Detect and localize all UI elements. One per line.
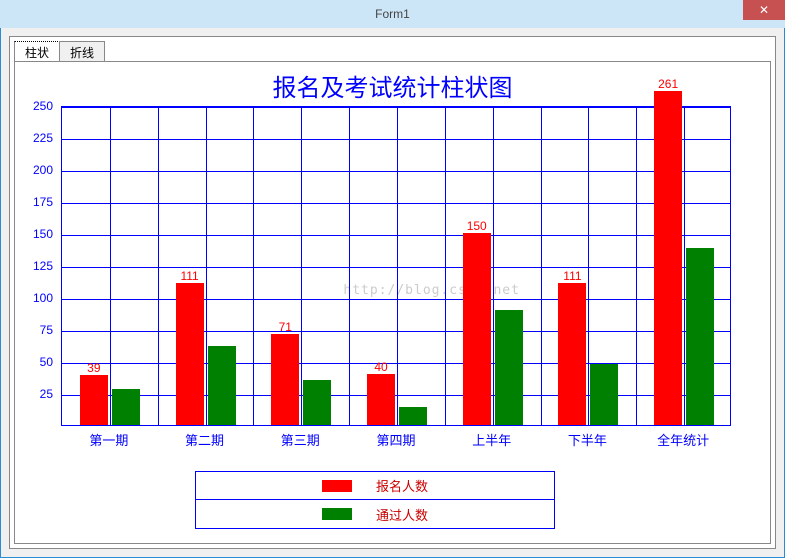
legend: 报名人数 通过人数 <box>195 471 555 529</box>
y-tick-label: 125 <box>33 259 53 273</box>
bar-passed <box>112 389 140 425</box>
gridline-v <box>206 107 207 425</box>
y-tick-label: 200 <box>33 163 53 177</box>
close-button[interactable]: ✕ <box>743 0 785 20</box>
window-title: Form1 <box>375 7 410 21</box>
bar-value-label: 111 <box>180 269 198 283</box>
tabpage-bar-chart: 报名及考试统计柱状图 255075100125150175200225250 h… <box>14 61 771 544</box>
legend-entry-passed: 通过人数 <box>196 500 554 528</box>
bar-passed <box>303 380 331 425</box>
gridline-h <box>62 203 730 204</box>
bar-value-label: 261 <box>658 77 678 91</box>
tab-label: 折线 <box>70 46 94 60</box>
gridline-h <box>62 107 730 108</box>
y-tick-label: 250 <box>33 99 53 113</box>
tab-label: 柱状 <box>25 46 49 60</box>
bar-passed <box>495 310 523 425</box>
bar-value-label: 40 <box>374 360 387 374</box>
gridline-h <box>62 299 730 300</box>
bar-registered <box>80 375 108 425</box>
gridline-h <box>62 363 730 364</box>
bar-registered <box>367 374 395 425</box>
bar-value-label: 111 <box>563 269 581 283</box>
x-tick-label: 上半年 <box>472 430 511 449</box>
gridline-h <box>62 139 730 140</box>
x-axis: 第一期 第二期 第三期 第四期 上半年 下半年 全年统计 <box>61 428 731 448</box>
bar-registered <box>271 334 299 425</box>
legend-label: 通过人数 <box>376 505 428 524</box>
bar-registered <box>558 283 586 425</box>
y-axis: 255075100125150175200225250 <box>25 106 57 426</box>
bar-registered <box>654 91 682 425</box>
gridline-v <box>110 107 111 425</box>
close-icon: ✕ <box>759 3 769 17</box>
chart-plot-area: http://blog.csdn.net 391117140150111261 <box>61 106 731 426</box>
legend-swatch-red <box>322 480 352 492</box>
gridline-v <box>445 107 446 425</box>
bar-passed <box>208 346 236 425</box>
titlebar: Form1 ✕ <box>0 0 785 28</box>
gridline-v <box>397 107 398 425</box>
gridline-v <box>588 107 589 425</box>
gridline-v <box>541 107 542 425</box>
bar-passed <box>399 407 427 425</box>
x-tick-label: 第四期 <box>376 430 415 449</box>
bar-value-label: 150 <box>467 219 487 233</box>
gridline-v <box>158 107 159 425</box>
y-tick-label: 50 <box>40 355 53 369</box>
client-area: 柱状 折线 报名及考试统计柱状图 25507510012515017520022… <box>0 28 785 558</box>
gridline-h <box>62 331 730 332</box>
gridline-v <box>301 107 302 425</box>
x-tick-label: 第一期 <box>89 430 128 449</box>
gridline-h <box>62 267 730 268</box>
y-tick-label: 175 <box>33 195 53 209</box>
x-tick-label: 第三期 <box>281 430 320 449</box>
legend-entry-registered: 报名人数 <box>196 472 554 500</box>
gridline-v <box>684 107 685 425</box>
gridline-v <box>253 107 254 425</box>
gridline-v <box>493 107 494 425</box>
bar-value-label: 71 <box>279 320 292 334</box>
legend-swatch-green <box>322 508 352 520</box>
gridline-h <box>62 235 730 236</box>
x-tick-label: 下半年 <box>568 430 607 449</box>
bar-value-label: 39 <box>87 361 100 375</box>
form-panel: 柱状 折线 报名及考试统计柱状图 25507510012515017520022… <box>9 36 776 549</box>
y-tick-label: 150 <box>33 227 53 241</box>
app-window: Form1 ✕ 柱状 折线 报名及考试统计柱状图 255075100125150… <box>0 0 785 558</box>
x-tick-label: 全年统计 <box>657 430 709 449</box>
y-tick-label: 25 <box>40 387 53 401</box>
y-tick-label: 100 <box>33 291 53 305</box>
y-tick-label: 75 <box>40 323 53 337</box>
x-tick-label: 第二期 <box>185 430 224 449</box>
gridline-v <box>636 107 637 425</box>
legend-label: 报名人数 <box>376 476 428 495</box>
bar-registered <box>176 283 204 425</box>
bar-passed <box>686 248 714 425</box>
gridline-v <box>349 107 350 425</box>
bar-registered <box>463 233 491 425</box>
gridline-h <box>62 171 730 172</box>
y-tick-label: 225 <box>33 131 53 145</box>
gridline-h <box>62 395 730 396</box>
bar-passed <box>590 364 618 425</box>
